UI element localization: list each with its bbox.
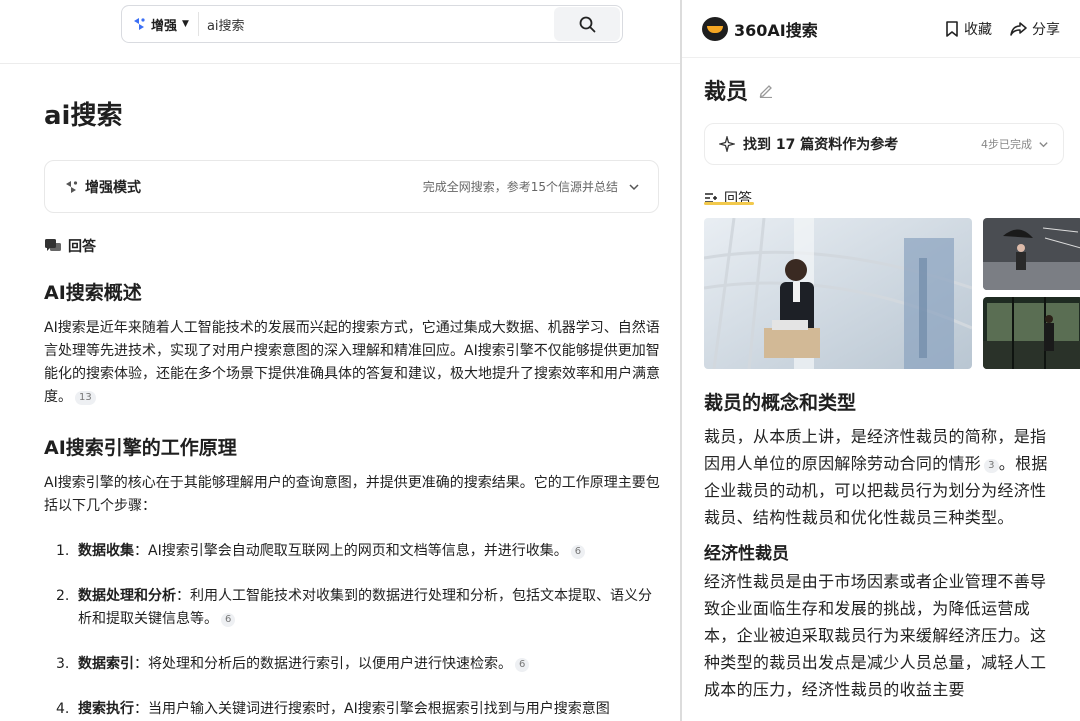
step-number: 3. [56, 656, 70, 672]
list-item: 2. 数据处理和分析：利用人工智能技术对收集到的数据进行处理和分析，包括文本提取… [44, 585, 660, 631]
share-button[interactable]: 分享 [1010, 19, 1060, 39]
step-number: 4. [56, 701, 70, 717]
citation-badge[interactable]: 13 [75, 391, 96, 405]
citation-badge[interactable]: 6 [221, 613, 236, 627]
office-worker-box-image [704, 218, 972, 369]
section-paragraph: AI搜索引擎的核心在于其能够理解用户的查询意图，并提供更准确的搜索结果。它的工作… [44, 475, 660, 514]
step-title: 数据索引 [78, 656, 134, 672]
steps-status: 4步已完成 [981, 138, 1032, 151]
share-icon [1010, 21, 1027, 36]
section-paragraph: AI搜索是近年来随着人工智能技术的发展而兴起的搜索方式，它通过集成大数据、机器学… [44, 320, 660, 405]
brand[interactable]: 360AI搜索 [702, 16, 818, 41]
answer-heading: 回答 [44, 236, 96, 256]
step-title: 搜索执行 [78, 701, 134, 717]
search-icon [579, 16, 595, 32]
search-bar: 增强 ▼ ai搜索 [121, 5, 623, 43]
search-input[interactable]: ai搜索 [199, 15, 554, 34]
right-pane: 360AI搜索 收藏 分享 裁员 找到 17 篇资料作为参考 4步已完成 回答 … [682, 0, 1080, 721]
list-item: 3. 数据索引：将处理和分析后的数据进行索引，以便用户进行快速检索。 6 [44, 653, 660, 676]
citation-badge[interactable]: 6 [570, 545, 586, 559]
result-title-text: 裁员 [704, 80, 749, 105]
section-heading: AI搜索概述 [44, 282, 142, 304]
page-title: ai搜索 [44, 101, 123, 131]
list-item: 4. 搜索执行：当用户输入关键词进行搜索时，AI搜索引擎会根据索引找到与用户搜索… [44, 698, 660, 721]
layoff-photo-window[interactable] [983, 297, 1080, 369]
mode-selector[interactable]: 增强 ▼ [122, 12, 199, 36]
left-pane: 增强 ▼ ai搜索 ai搜索 增强模式 完成全网搜索，参考15个信源并总结 回答… [0, 0, 680, 721]
right-top-bar: 360AI搜索 收藏 分享 [682, 0, 1080, 58]
answer-label: 回答 [68, 239, 96, 255]
header-actions: 收藏 分享 [945, 19, 1060, 39]
enhance-mode-label: 增强模式 [85, 179, 141, 196]
search-button[interactable] [554, 7, 620, 41]
sparkle-icon [719, 136, 735, 152]
collect-button[interactable]: 收藏 [945, 19, 992, 39]
share-label: 分享 [1032, 21, 1060, 38]
step-title: 数据处理和分析 [78, 588, 176, 604]
step-text: ：AI搜索引擎会自动爬取互联网上的网页和文档等信息，并进行收集。 [134, 543, 568, 559]
logo-icon [702, 16, 728, 41]
office-window-image [983, 297, 1080, 369]
step-text: ：将处理和分析后的数据进行索引，以便用户进行快速检索。 [134, 656, 512, 672]
economic-layoff-paragraph: 经济性裁员是由于市场因素或者企业管理不善导致企业面临生存和发展的挑战，为降低运营… [704, 572, 1047, 699]
list-item: 1. 数据收集：AI搜索引擎会自动爬取互联网上的网页和文档等信息，并进行收集。 6 [44, 540, 660, 563]
top-bar: 增强 ▼ ai搜索 [0, 0, 680, 64]
chat-icon [45, 239, 61, 251]
chevron-down-icon [629, 183, 639, 190]
concept-paragraph: 裁员，从本质上讲，是经济性裁员的简称，是指因用人单位的原因解除劳动合同的情形 3。… [704, 427, 1048, 527]
enhance-summary: 完成全网搜索，参考15个信源并总结 [422, 180, 618, 194]
bookmark-icon [946, 20, 958, 37]
enhance-mode-icon [134, 18, 145, 30]
step-text: ：当用户输入关键词进行搜索时，AI搜索引擎会根据索引找到与用户搜索意图 [134, 701, 610, 717]
layoff-photo-umbrella[interactable] [983, 218, 1080, 290]
collect-label: 收藏 [964, 21, 992, 38]
references-panel[interactable]: 找到 17 篇资料作为参考 4步已完成 [704, 123, 1064, 165]
answer-label: 回答 [724, 191, 752, 207]
answer-tab[interactable]: 回答 [704, 188, 752, 208]
app-window: 增强 ▼ ai搜索 ai搜索 增强模式 完成全网搜索，参考15个信源并总结 回答… [0, 0, 1080, 721]
result-body: 裁员的概念和类型 裁员，从本质上讲，是经济性裁员的简称，是指因用人单位的原因解除… [704, 388, 1060, 703]
result-title: 裁员 [704, 74, 774, 106]
step-number: 1. [56, 543, 70, 559]
chevron-down-icon [1039, 141, 1048, 147]
enhance-meta: 完成全网搜索，参考15个信源并总结 [423, 178, 640, 195]
edit-icon[interactable] [758, 82, 774, 98]
umbrella-man-image [983, 218, 1080, 290]
mode-label: 增强 [151, 18, 178, 34]
citation-badge[interactable]: 6 [515, 658, 530, 672]
layoff-photo-main[interactable] [704, 218, 972, 369]
caret-down-icon: ▼ [182, 19, 189, 29]
active-tab-indicator [704, 202, 754, 205]
steps-list: 1. 数据收集：AI搜索引擎会自动爬取互联网上的网页和文档等信息，并进行收集。 6… [44, 540, 660, 721]
brand-name: 360AI搜索 [734, 20, 818, 40]
references-label: 找到 17 篇资料作为参考 [743, 137, 899, 153]
references-meta: 4步已完成 [981, 136, 1049, 152]
citation-badge[interactable]: 3 [984, 459, 999, 473]
section-heading: AI搜索引擎的工作原理 [44, 437, 237, 459]
section-heading: 裁员的概念和类型 [704, 392, 857, 414]
step-number: 2. [56, 588, 70, 604]
subsection-heading: 经济性裁员 [704, 544, 789, 564]
enhance-mode-panel[interactable]: 增强模式 完成全网搜索，参考15个信源并总结 [44, 160, 659, 213]
answer-content: AI搜索概述 AI搜索是近年来随着人工智能技术的发展而兴起的搜索方式，它通过集成… [44, 278, 660, 721]
enhance-mode-icon [66, 180, 78, 193]
step-title: 数据收集 [78, 543, 134, 559]
